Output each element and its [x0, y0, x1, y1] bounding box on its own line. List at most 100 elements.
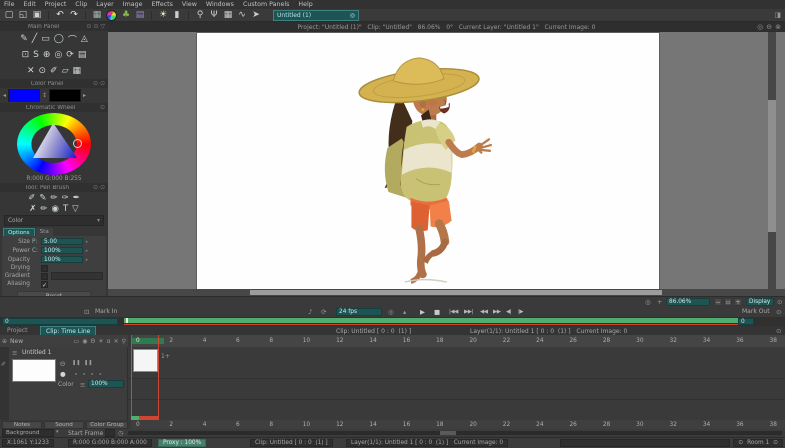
tool-icon[interactable]: ◬: [81, 34, 88, 44]
mark-in-icon[interactable]: ⊡: [84, 308, 89, 316]
opacity-menu-icon[interactable]: ≡: [80, 381, 85, 389]
panel-circle-icon[interactable]: ⊙: [100, 104, 105, 111]
notes-button[interactable]: Notes: [2, 421, 42, 429]
mark-out-gear-icon[interactable]: ⊙: [776, 308, 781, 316]
frame-number[interactable]: 4: [198, 338, 231, 344]
add-layer-icon[interactable]: ⊕: [2, 338, 7, 345]
frame-number[interactable]: 26: [564, 422, 597, 428]
opacity-field[interactable]: 100%: [41, 256, 83, 263]
stop-button[interactable]: ■: [434, 308, 440, 316]
power-field[interactable]: 100%: [41, 247, 83, 254]
clock-icon[interactable]: ◷: [118, 429, 124, 437]
tool-icon[interactable]: ▱: [62, 66, 69, 76]
mark-in-label[interactable]: Mark In: [95, 308, 117, 315]
play-button[interactable]: ▶: [420, 308, 425, 316]
new-icon[interactable]: ▢: [4, 10, 14, 21]
frame-number[interactable]: 2: [164, 338, 197, 344]
frame-number[interactable]: 26: [564, 338, 597, 344]
fit-view-icon[interactable]: +: [657, 298, 662, 306]
layer-name[interactable]: Untitled 1: [22, 349, 51, 356]
tool-icon[interactable]: ╱: [32, 34, 37, 44]
tab-project[interactable]: Project: [2, 326, 33, 335]
room-label[interactable]: Room 1: [747, 440, 769, 446]
brush-tool-icon[interactable]: ✑: [62, 193, 69, 203]
tab-clip-timeline[interactable]: Clip: Time Line: [40, 326, 97, 335]
brush-tool-icon[interactable]: ▽: [72, 204, 79, 214]
frame-number[interactable]: 14: [364, 422, 397, 428]
drying-checkbox[interactable]: [41, 264, 48, 272]
frame-number[interactable]: 34: [698, 338, 731, 344]
zoom-timeline-icon[interactable]: ⚲: [122, 338, 126, 345]
tool-icon[interactable]: ✕: [27, 66, 35, 76]
step-forward-button[interactable]: ▶▶: [493, 309, 501, 315]
current-frame-field[interactable]: 0: [2, 318, 118, 325]
minimize-icon[interactable]: ⊖: [766, 23, 772, 31]
chromatic-wheel-header[interactable]: Chromatic Wheel ⊙: [0, 103, 108, 112]
last-frame-button[interactable]: ▶▶|: [464, 309, 473, 315]
panel-toggle-icon[interactable]: ◨: [774, 11, 781, 19]
tool-icon[interactable]: ⊡: [22, 50, 30, 60]
onion-skin-icon[interactable]: ●: [60, 370, 66, 378]
brush-tool-icon[interactable]: ✏: [40, 204, 47, 214]
layer-lock-icon[interactable]: Θ: [60, 360, 65, 368]
scrollbar-handle[interactable]: [768, 100, 776, 232]
redo-icon[interactable]: ↷: [69, 10, 79, 21]
hand-icon[interactable]: Ψ: [209, 10, 219, 21]
step-back-button[interactable]: ◀◀: [480, 309, 488, 315]
frame-number[interactable]: 6: [231, 338, 264, 344]
room-lock-icon[interactable]: ⊙: [738, 440, 743, 446]
drawing-canvas[interactable]: [197, 33, 659, 289]
zoom-out-button[interactable]: −: [714, 298, 722, 306]
size-field[interactable]: 5.00: [41, 238, 83, 245]
tab-secondary[interactable]: Sta: [35, 228, 53, 236]
panel-circle-icon[interactable]: ⊙: [86, 23, 91, 30]
frame-range-slider[interactable]: [124, 318, 754, 323]
frame-number[interactable]: 10: [298, 338, 331, 344]
panel-circle-icon[interactable]: ⊙: [100, 184, 105, 191]
frame-number[interactable]: 2: [164, 422, 197, 428]
previous-frame-button[interactable]: ◀|: [506, 309, 512, 315]
room-customize-icon[interactable]: ⊙: [773, 440, 778, 446]
chromatic-wheel[interactable]: [15, 113, 93, 175]
frame-number[interactable]: 38: [765, 422, 785, 428]
tool-panel-header[interactable]: Tool: Pen Brush ⊙ ⊙: [0, 183, 108, 192]
tool-icon[interactable]: ▤: [78, 50, 87, 60]
close-column-icon[interactable]: ✕: [114, 338, 119, 345]
menu-item[interactable]: File: [4, 1, 15, 8]
frame-number[interactable]: 28: [598, 422, 631, 428]
camstand-icon[interactable]: α: [107, 338, 111, 345]
swatch-left-arrow-icon[interactable]: ◂: [3, 92, 6, 99]
magnifier-icon[interactable]: ⚲: [195, 10, 205, 21]
zoom-level-field[interactable]: 86.06%: [666, 298, 710, 306]
scrollbar-handle[interactable]: [250, 290, 662, 295]
tool-icon[interactable]: ⌒: [68, 33, 77, 46]
next-frame-button[interactable]: |▶: [518, 309, 524, 315]
orientation-icon[interactable]: ▴: [403, 308, 406, 316]
frame-number[interactable]: 4: [198, 422, 231, 428]
tool-icon[interactable]: ▭: [41, 34, 50, 44]
brush-tool-icon[interactable]: ✎: [39, 193, 46, 203]
frame-number[interactable]: 18: [431, 338, 464, 344]
first-frame-button[interactable]: |◀◀: [449, 309, 458, 315]
brush-tool-icon[interactable]: ✒: [73, 193, 80, 203]
menu-item[interactable]: Effects: [152, 1, 173, 8]
brush-tool-icon[interactable]: ✏: [50, 193, 57, 203]
graph-icon[interactable]: ∿: [237, 10, 247, 21]
room-switcher[interactable]: ⊙ Room 1 ⊙: [733, 439, 783, 447]
mark-out-label[interactable]: Mark Out: [742, 308, 770, 315]
swatch-spinner-icon[interactable]: ↕: [42, 92, 47, 99]
primary-color-swatch[interactable]: [8, 89, 41, 102]
book-icon[interactable]: ▤: [135, 10, 145, 21]
keyframe-cell[interactable]: [133, 349, 158, 372]
menu-item[interactable]: Layer: [96, 1, 114, 8]
frame-number[interactable]: 8: [264, 338, 297, 344]
onion-dots[interactable]: ∙∙∙∙: [74, 370, 106, 378]
save-icon[interactable]: ▣: [32, 10, 42, 21]
viewer-vertical-scrollbar[interactable]: [768, 32, 776, 289]
scrollbar-handle[interactable]: [440, 431, 456, 435]
viewer-workspace[interactable]: [108, 32, 785, 296]
light-icon[interactable]: ☀: [98, 338, 103, 345]
gradient-checkbox[interactable]: [41, 272, 48, 280]
tool-icon[interactable]: ✐: [50, 66, 58, 76]
background-select[interactable]: Background: [2, 429, 54, 437]
